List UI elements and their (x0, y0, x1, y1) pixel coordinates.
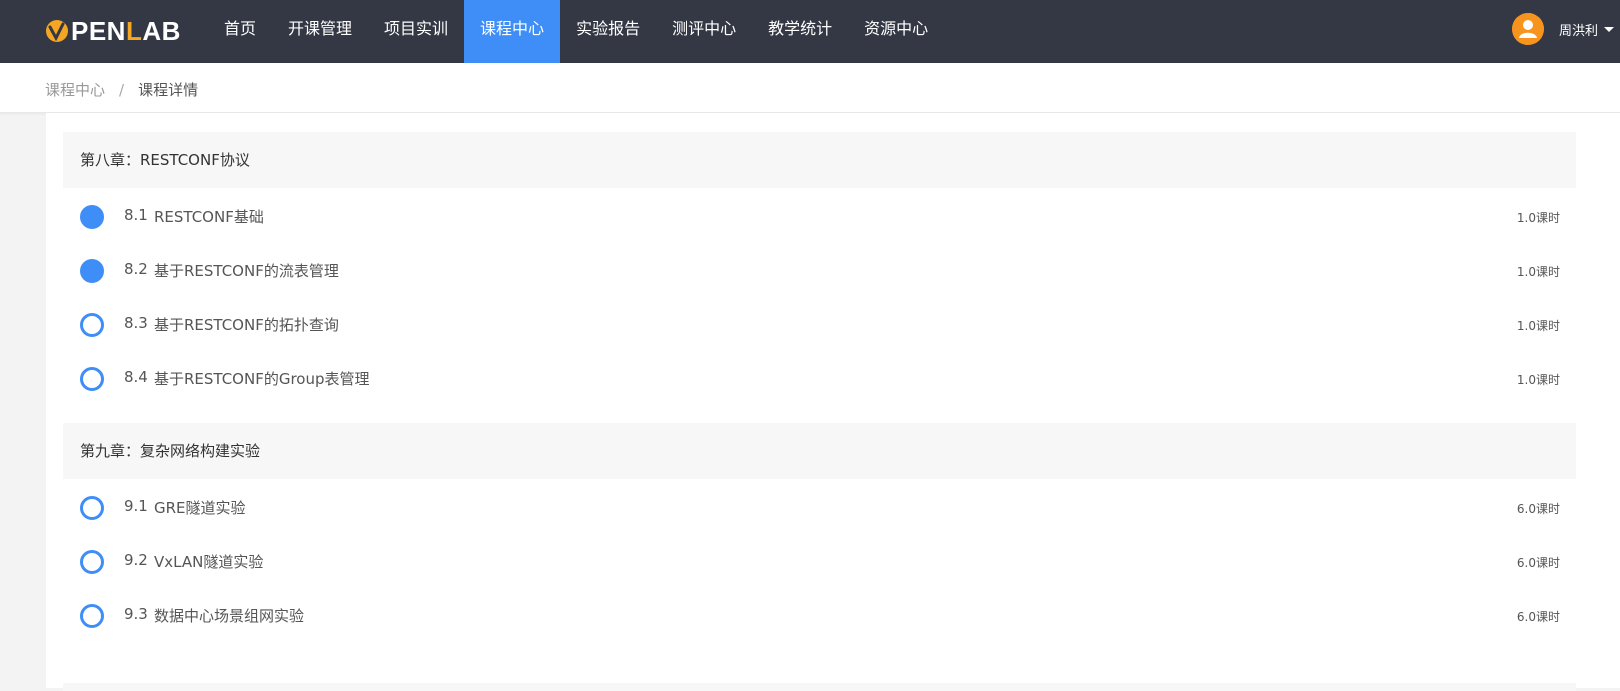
breadcrumb-bar: 课程中心 / 课程详情 (0, 63, 1620, 113)
incomplete-status-icon (80, 313, 104, 337)
nav-item-course-management[interactable]: 开课管理 (272, 0, 368, 63)
lesson-hours: 6.0课时 (1516, 556, 1560, 570)
course-outline-panel: 第八章：RESTCONF协议 8.1 RESTCONF基础 1.0课时 8.2 … (46, 113, 1620, 691)
logo-icon (46, 20, 68, 42)
logo-text: PENLAB (71, 16, 181, 46)
lesson-title[interactable]: GRE隧道实验 (154, 497, 246, 518)
nav-item-project-training[interactable]: 项目实训 (368, 0, 464, 63)
lesson-number: 8.3 (124, 314, 148, 332)
lesson-hours: 6.0课时 (1516, 610, 1560, 624)
user-avatar-icon[interactable] (1511, 13, 1544, 45)
lesson-hours: 1.0课时 (1516, 373, 1560, 387)
lesson-number: 9.3 (124, 605, 148, 623)
lesson-number: 9.1 (124, 497, 148, 515)
user-menu[interactable]: 周洪利 (1511, 13, 1614, 45)
lesson-number: 8.1 (124, 206, 148, 224)
lesson-title[interactable]: 基于RESTCONF的流表管理 (154, 260, 339, 281)
lesson-number: 8.2 (124, 260, 148, 278)
lesson-title[interactable]: 基于RESTCONF的拓扑查询 (154, 314, 339, 335)
nav-item-resource-center[interactable]: 资源中心 (848, 0, 944, 63)
lesson-item[interactable]: 8.3 基于RESTCONF的拓扑查询 1.0课时 (63, 296, 1576, 352)
lesson-number: 8.4 (124, 368, 148, 386)
lesson-hours: 1.0课时 (1516, 319, 1560, 333)
nav-item-assessment-center[interactable]: 测评中心 (656, 0, 752, 63)
nav-item-course-center[interactable]: 课程中心 (464, 0, 561, 63)
lesson-item[interactable]: 8.2 基于RESTCONF的流表管理 1.0课时 (63, 242, 1576, 298)
lesson-item[interactable]: 9.2 VxLAN隧道实验 6.0课时 (63, 533, 1576, 589)
breadcrumb-current: 课程详情 (138, 81, 199, 99)
lesson-hours: 1.0课时 (1516, 211, 1560, 225)
nav-item-home[interactable]: 首页 (208, 0, 272, 63)
lesson-item[interactable]: 9.1 GRE隧道实验 6.0课时 (63, 479, 1576, 535)
nav-item-teaching-statistics[interactable]: 教学统计 (752, 0, 848, 63)
lesson-title[interactable]: 基于RESTCONF的Group表管理 (154, 368, 370, 389)
lesson-title[interactable]: VxLAN隧道实验 (154, 551, 263, 572)
completed-status-icon (80, 205, 104, 229)
breadcrumb-separator: / (119, 80, 125, 99)
lesson-hours: 6.0课时 (1516, 502, 1560, 516)
openlab-logo[interactable]: PENLAB (44, 14, 181, 48)
main-nav: 首页 开课管理 项目实训 课程中心 实验报告 测评中心 教学统计 资源中心 (208, 0, 944, 63)
lesson-title[interactable]: RESTCONF基础 (154, 206, 264, 227)
lesson-hours: 1.0课时 (1516, 265, 1560, 279)
chapter-header[interactable]: 第八章：RESTCONF协议 (63, 132, 1576, 188)
lesson-item[interactable]: 8.1 RESTCONF基础 1.0课时 (63, 188, 1576, 244)
username[interactable]: 周洪利 (1559, 20, 1598, 39)
completed-status-icon (80, 259, 104, 283)
lesson-item[interactable]: 8.4 基于RESTCONF的Group表管理 1.0课时 (63, 350, 1576, 406)
incomplete-status-icon (80, 496, 104, 520)
incomplete-status-icon (80, 604, 104, 628)
chapter-header[interactable]: 第九章：复杂网络构建实验 (63, 423, 1576, 479)
top-navigation-bar: PENLAB 首页 开课管理 项目实训 课程中心 实验报告 测评中心 教学统计 … (0, 0, 1620, 63)
lesson-title[interactable]: 数据中心场景组网实验 (154, 605, 304, 626)
incomplete-status-icon (80, 367, 104, 391)
lesson-number: 9.2 (124, 551, 148, 569)
breadcrumb-link-course-center[interactable]: 课程中心 (45, 79, 105, 100)
lesson-item[interactable]: 9.3 数据中心场景组网实验 6.0课时 (63, 587, 1576, 643)
chevron-down-icon[interactable] (1604, 26, 1614, 32)
incomplete-status-icon (80, 550, 104, 574)
nav-item-lab-reports[interactable]: 实验报告 (560, 0, 656, 63)
breadcrumb: 课程中心 / 课程详情 (45, 79, 198, 100)
next-chapter-header (63, 683, 1576, 691)
